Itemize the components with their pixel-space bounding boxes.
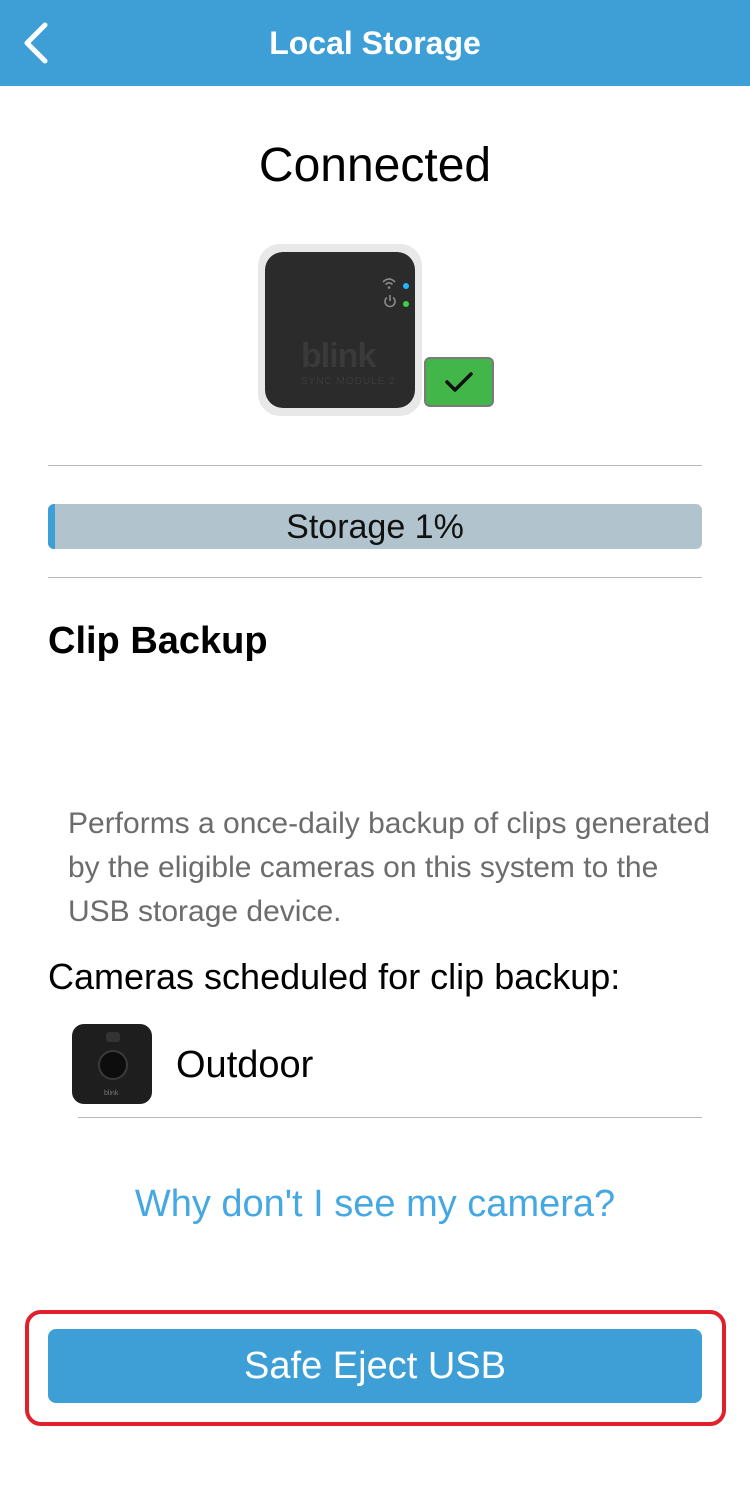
storage-usage-bar: Storage 1%	[48, 504, 702, 549]
scheduled-cameras-heading: Cameras scheduled for clip backup:	[48, 956, 621, 997]
power-icon	[384, 295, 396, 308]
sync-module-illustration: blink SYNC MODULE 2	[258, 244, 498, 424]
blink-logo: blink	[301, 337, 376, 375]
camera-brand-label: blink	[104, 1090, 119, 1097]
missing-camera-help-link[interactable]: Why don't I see my camera?	[0, 1180, 750, 1228]
sync-module-label: SYNC MODULE 2	[301, 376, 396, 387]
clip-backup-description: Performs a once-daily backup of clips ge…	[68, 807, 711, 928]
connection-status-heading: Connected	[258, 139, 492, 192]
sync-module-shell: blink SYNC MODULE 2	[258, 244, 422, 416]
page-title: Local Storage	[269, 25, 481, 61]
divider	[78, 1117, 702, 1118]
wifi-icon	[382, 278, 396, 289]
outdoor-camera-thumbnail: blink	[72, 1024, 152, 1104]
clip-backup-title: Clip Backup	[48, 620, 268, 662]
checkmark-icon	[445, 372, 473, 392]
camera-lens	[98, 1050, 128, 1080]
local-storage-screen: Local Storage Connected blink SYNC MODUL…	[0, 0, 750, 1500]
usb-connected-badge	[424, 357, 494, 407]
navigation-bar: Local Storage	[0, 0, 750, 86]
divider	[48, 577, 702, 578]
safe-eject-usb-button[interactable]: Safe Eject USB	[48, 1329, 702, 1403]
sync-module-body: blink SYNC MODULE 2	[265, 252, 415, 408]
power-status-led	[403, 301, 409, 307]
wifi-status-led	[403, 283, 409, 289]
camera-list-item[interactable]: blink Outdoor	[70, 1024, 702, 1106]
camera-name: Outdoor	[176, 1044, 314, 1086]
camera-sensor	[106, 1032, 120, 1042]
storage-usage-label: Storage 1%	[286, 508, 464, 546]
divider	[48, 465, 702, 466]
